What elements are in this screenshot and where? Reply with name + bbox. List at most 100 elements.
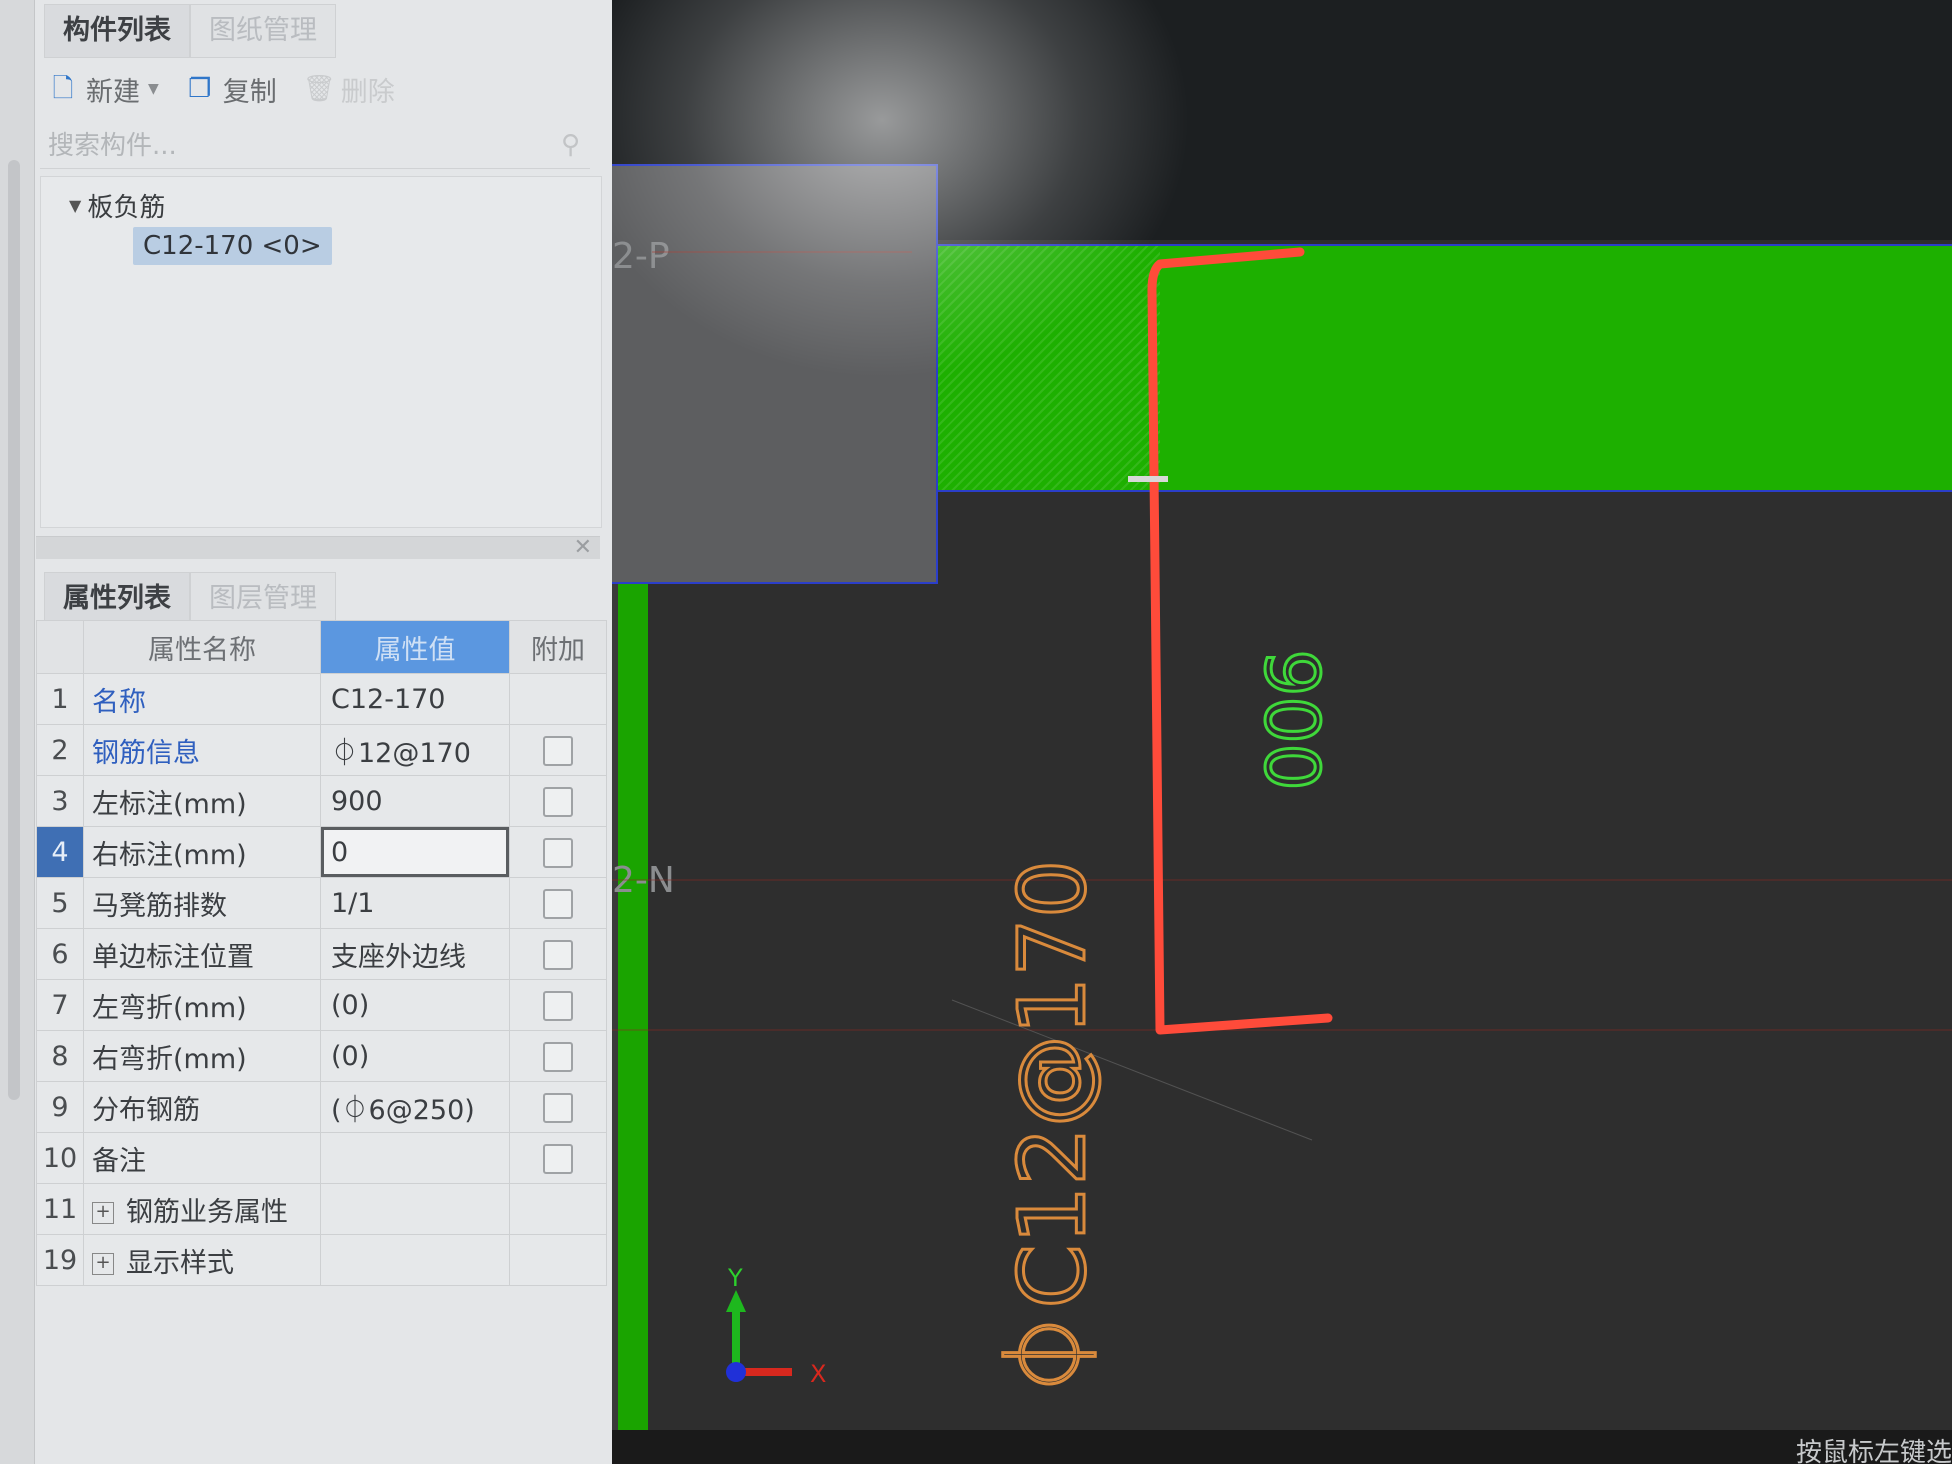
tab-components[interactable]: 构件列表 bbox=[44, 4, 190, 58]
component-toolbar: 🗋 新建 ▼ ❐ 复制 🗑 删除 bbox=[48, 64, 395, 114]
prop-value[interactable]: (0) bbox=[320, 1030, 510, 1082]
tab-properties[interactable]: 属性列表 bbox=[44, 572, 190, 626]
table-row[interactable]: 6 单边标注位置 支座外边线 bbox=[36, 928, 607, 980]
extra-checkbox[interactable] bbox=[543, 837, 573, 868]
prop-value[interactable]: (⏀6@250) bbox=[320, 1081, 510, 1133]
status-hint: 按鼠标左键选 bbox=[1795, 1438, 1952, 1464]
y-axis-arrowhead bbox=[726, 1290, 746, 1312]
prop-extra-cell bbox=[509, 1030, 607, 1082]
prop-extra-cell bbox=[509, 673, 607, 725]
prop-name: 备注 bbox=[83, 1132, 321, 1184]
extra-checkbox[interactable] bbox=[543, 888, 573, 919]
table-row[interactable]: 10 备注 bbox=[36, 1132, 607, 1184]
extra-checkbox[interactable] bbox=[543, 786, 573, 817]
prop-extra-cell bbox=[509, 928, 607, 980]
header-value[interactable]: 属性值 bbox=[320, 620, 510, 674]
prop-extra-cell bbox=[509, 775, 607, 827]
row-number: 7 bbox=[36, 979, 84, 1031]
tab-layers[interactable]: 图层管理 bbox=[190, 572, 336, 626]
prop-name: 名称 bbox=[83, 673, 321, 725]
chevron-down-icon[interactable]: ▼ bbox=[148, 81, 159, 97]
prop-value[interactable]: C12-170 bbox=[320, 673, 510, 725]
prop-value-editor[interactable]: 0 bbox=[320, 826, 510, 878]
tab-drawings[interactable]: 图纸管理 bbox=[190, 4, 336, 58]
header-corner bbox=[36, 620, 84, 674]
table-row[interactable]: 3 左标注(mm) 900 bbox=[36, 775, 607, 827]
collapse-triangle-icon[interactable]: ▼ bbox=[69, 196, 81, 215]
table-row[interactable]: 1 名称 C12-170 bbox=[36, 673, 607, 725]
prop-name: 钢筋信息 bbox=[83, 724, 321, 776]
status-bar bbox=[612, 1430, 1952, 1464]
prop-name: 马凳筋排数 bbox=[83, 877, 321, 929]
close-icon[interactable]: ✕ bbox=[574, 535, 592, 560]
rebar-spec-text[interactable]: ⏀C12@170 bbox=[998, 858, 1108, 1402]
table-row[interactable]: 9 分布钢筋 (⏀6@250) bbox=[36, 1081, 607, 1133]
prop-name: 左弯折(mm) bbox=[83, 979, 321, 1031]
header-name[interactable]: 属性名称 bbox=[83, 620, 321, 674]
new-button[interactable]: 🗋 新建 ▼ bbox=[48, 70, 159, 109]
table-row[interactable]: 5 马凳筋排数 1/1 bbox=[36, 877, 607, 929]
prop-value[interactable]: ⏀12@170 bbox=[320, 724, 510, 776]
extra-checkbox[interactable] bbox=[543, 1092, 573, 1123]
expand-plus-icon[interactable]: + bbox=[92, 1202, 114, 1224]
prop-value[interactable]: 900 bbox=[320, 775, 510, 827]
tree-item-c12-170[interactable]: C12-170 <0> bbox=[133, 227, 332, 265]
extra-checkbox[interactable] bbox=[543, 1041, 573, 1072]
prop-value[interactable]: (0) bbox=[320, 979, 510, 1031]
row-number: 19 bbox=[36, 1234, 84, 1286]
row-number: 10 bbox=[36, 1132, 84, 1184]
prop-extra-cell bbox=[509, 1234, 607, 1286]
extra-checkbox[interactable] bbox=[543, 990, 573, 1021]
row-number: 9 bbox=[36, 1081, 84, 1133]
extra-checkbox[interactable] bbox=[543, 939, 573, 970]
extra-checkbox[interactable] bbox=[543, 735, 573, 766]
row-number: 1 bbox=[36, 673, 84, 725]
new-file-icon: 🗋 bbox=[52, 74, 74, 104]
delete-label: 删除 bbox=[340, 76, 395, 108]
table-row-group[interactable]: 11 + 钢筋业务属性 bbox=[36, 1183, 607, 1235]
y-axis-label: Y bbox=[727, 1264, 743, 1292]
copy-icon: ❐ bbox=[188, 74, 212, 104]
prop-group-name: 钢筋业务属性 bbox=[126, 1196, 288, 1228]
extra-checkbox[interactable] bbox=[543, 1143, 573, 1174]
dimension-text[interactable]: 900 bbox=[1247, 648, 1336, 792]
prop-name: 分布钢筋 bbox=[83, 1081, 321, 1133]
prop-value[interactable]: 1/1 bbox=[320, 877, 510, 929]
table-row[interactable]: 7 左弯折(mm) (0) bbox=[36, 979, 607, 1031]
origin-marker bbox=[726, 1362, 746, 1382]
left-edge-strip bbox=[0, 0, 35, 1464]
grip-marker[interactable] bbox=[1128, 476, 1168, 482]
prop-name: 右标注(mm) bbox=[83, 826, 321, 878]
table-row-group[interactable]: 19 + 显示样式 bbox=[36, 1234, 607, 1286]
prop-name: 单边标注位置 bbox=[83, 928, 321, 980]
component-tree: ▼ 板负筋 C12-170 <0> bbox=[40, 176, 602, 528]
x-axis-label: X bbox=[810, 1360, 826, 1388]
new-label: 新建 bbox=[86, 76, 140, 108]
trash-icon: 🗑 bbox=[302, 74, 336, 104]
prop-value bbox=[320, 1234, 510, 1286]
search-input[interactable] bbox=[40, 126, 536, 166]
panel-divider: ✕ bbox=[36, 535, 600, 560]
search-icon[interactable]: ⚲ bbox=[561, 130, 580, 160]
prop-extra-cell bbox=[509, 877, 607, 929]
prop-group-cell: + 显示样式 bbox=[83, 1234, 321, 1286]
table-row-selected[interactable]: 4 右标注(mm) 0 bbox=[36, 826, 607, 878]
delete-button[interactable]: 🗑 删除 bbox=[303, 70, 395, 109]
prop-extra-cell bbox=[509, 1081, 607, 1133]
left-panel: 构件列表 图纸管理 🗋 新建 ▼ ❐ 复制 🗑 删除 ⚲ ▼ 板负筋 C12-1… bbox=[0, 0, 612, 1464]
copy-button[interactable]: ❐ 复制 bbox=[185, 70, 277, 109]
prop-value[interactable] bbox=[320, 1132, 510, 1184]
header-extra[interactable]: 附加 bbox=[509, 620, 607, 674]
table-row[interactable]: 8 右弯折(mm) (0) bbox=[36, 1030, 607, 1082]
red-bracket-annotation bbox=[1147, 247, 1333, 1035]
prop-value[interactable]: 支座外边线 bbox=[320, 928, 510, 980]
row-number: 4 bbox=[36, 826, 84, 878]
scrollbar[interactable] bbox=[8, 160, 20, 1100]
tree-group-negative-rebar[interactable]: ▼ 板负筋 bbox=[69, 187, 165, 224]
table-row[interactable]: 2 钢筋信息 ⏀12@170 bbox=[36, 724, 607, 776]
prop-extra-cell bbox=[509, 1132, 607, 1184]
drawing-canvas[interactable]: 2-P 2-N 900 ⏀C12@170 Y X 按鼠标左键选 bbox=[612, 0, 1952, 1464]
expand-plus-icon[interactable]: + bbox=[92, 1253, 114, 1275]
prop-value bbox=[320, 1183, 510, 1235]
top-tab-bar: 构件列表 图纸管理 bbox=[44, 4, 336, 58]
